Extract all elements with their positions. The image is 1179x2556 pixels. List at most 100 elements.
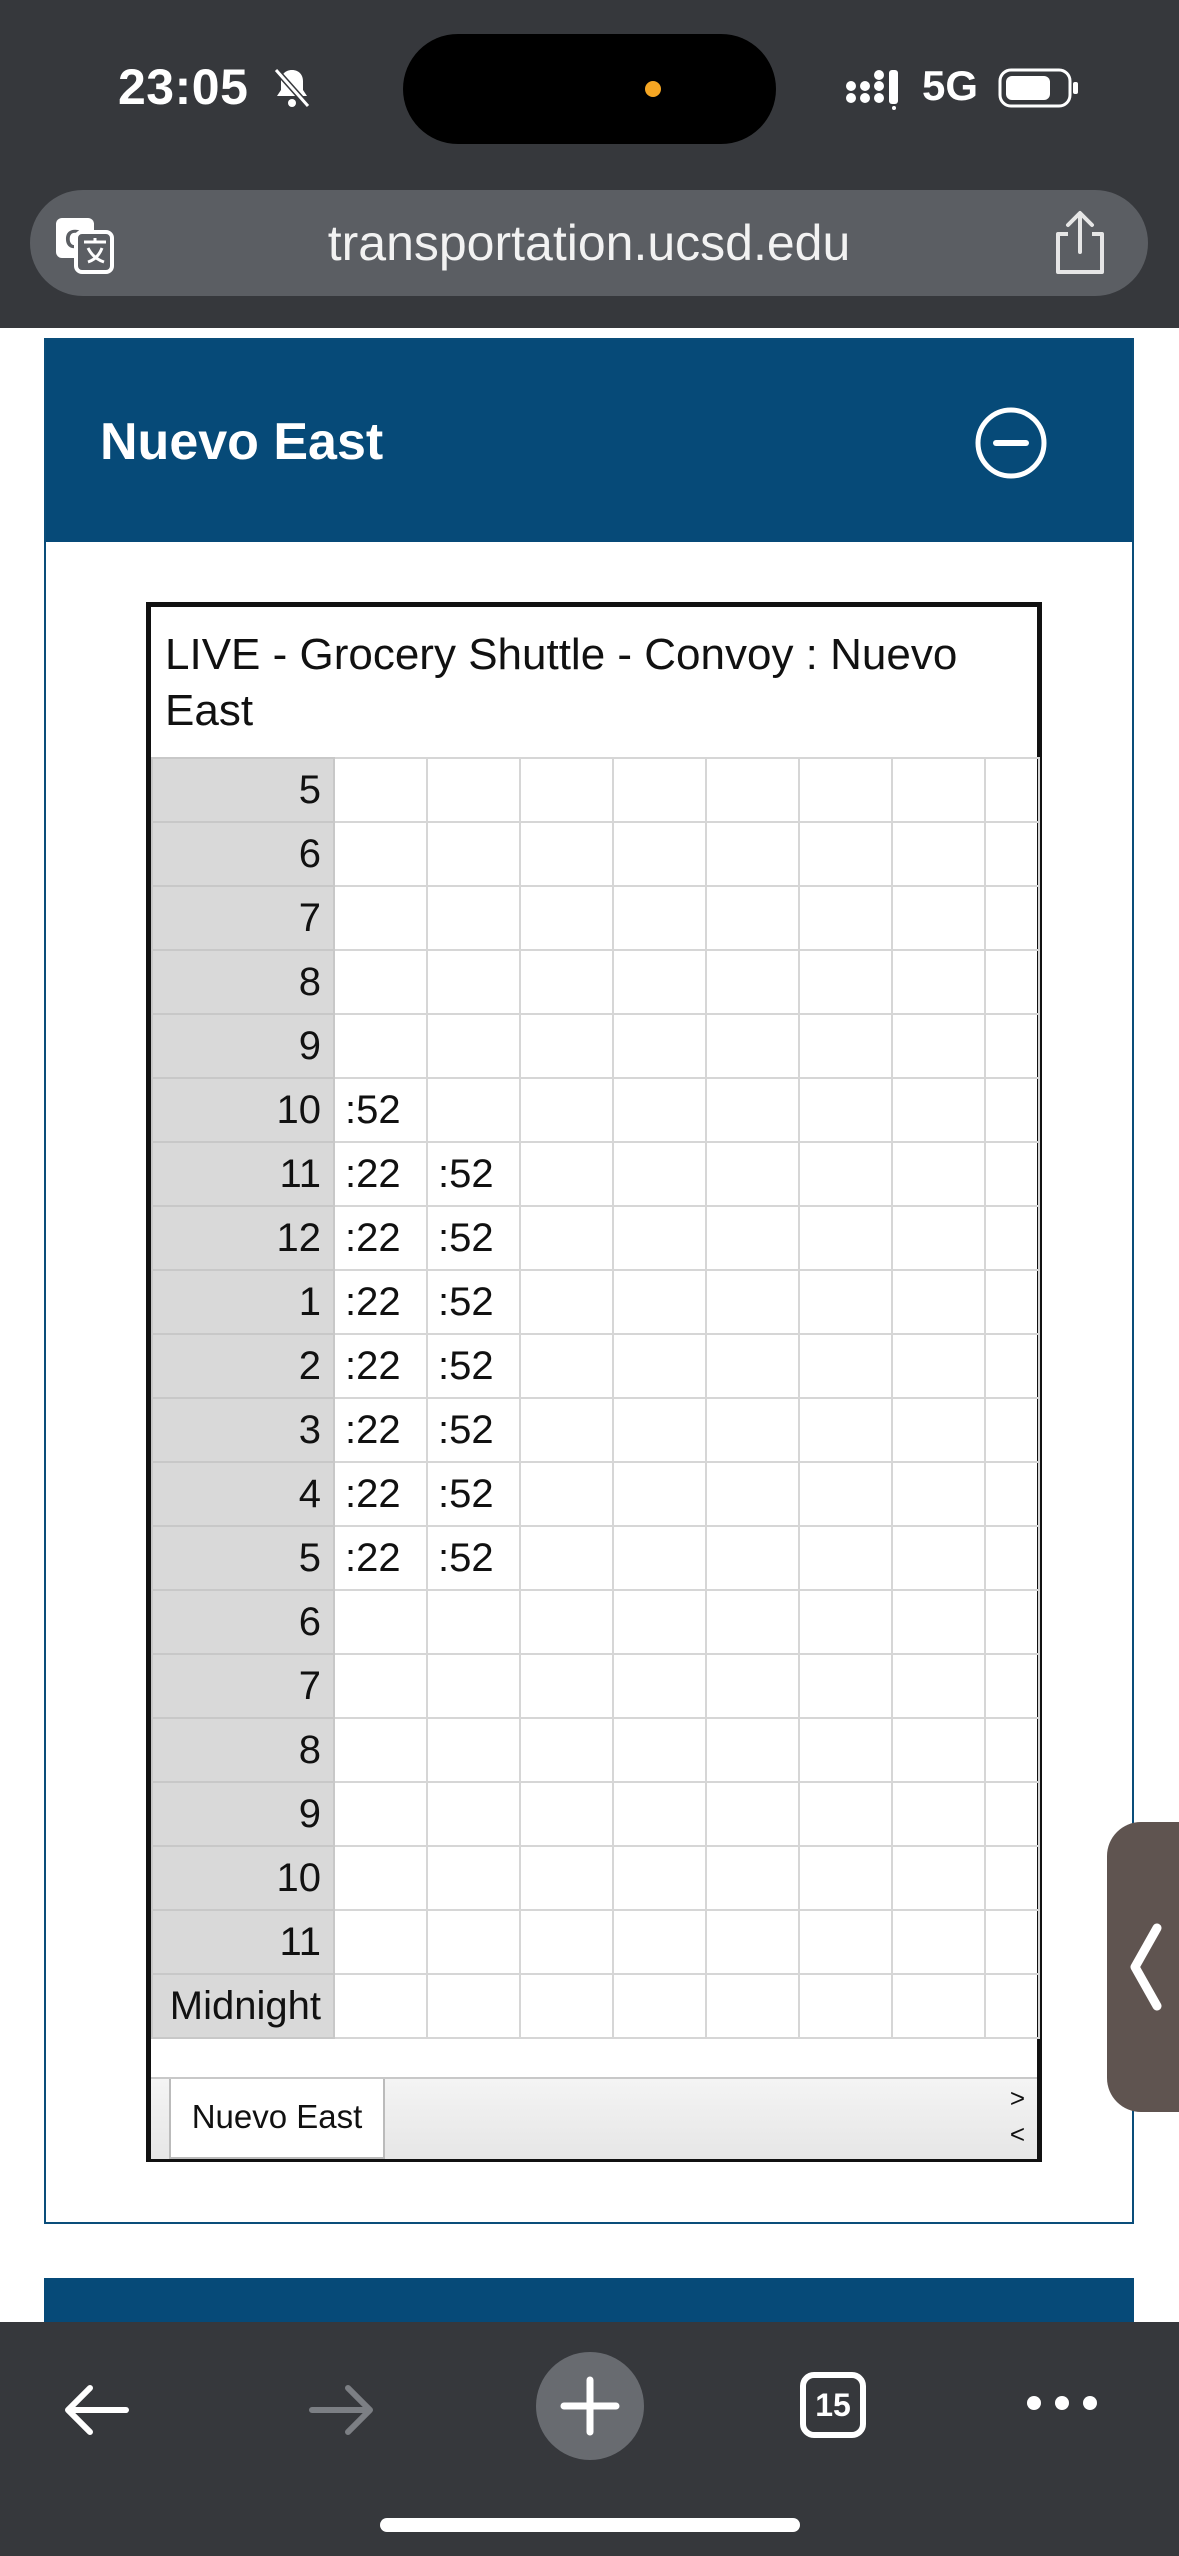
time-cell bbox=[705, 1973, 800, 2039]
table-row: 8 bbox=[151, 949, 1040, 1015]
time-cell bbox=[612, 1909, 707, 1975]
hour-cell: 7 bbox=[151, 885, 335, 951]
side-drawer-handle[interactable] bbox=[1107, 1822, 1179, 2112]
time-cell: :52 bbox=[426, 1397, 521, 1463]
table-row: 7 bbox=[151, 1653, 1040, 1719]
time-cell bbox=[891, 949, 986, 1015]
time-cell bbox=[798, 1973, 893, 2039]
network-label: 5G bbox=[922, 62, 979, 109]
time-cell bbox=[426, 949, 521, 1015]
time-cell bbox=[798, 1141, 893, 1207]
time-cell bbox=[798, 949, 893, 1015]
time-cell bbox=[705, 1461, 800, 1527]
time-cell bbox=[984, 949, 1040, 1015]
page-content: Nuevo East LIVE - Grocery Shuttle - Conv… bbox=[0, 328, 1179, 2322]
time-cell bbox=[891, 1781, 986, 1847]
back-arrow-icon[interactable] bbox=[56, 2370, 136, 2450]
time-cell: :22 bbox=[333, 1269, 428, 1335]
time-cell: :52 bbox=[426, 1461, 521, 1527]
time-cell bbox=[426, 1909, 521, 1975]
time-cell bbox=[612, 1205, 707, 1271]
time-cell bbox=[519, 757, 614, 823]
time-cell bbox=[798, 1909, 893, 1975]
table-row: 5 bbox=[151, 757, 1040, 823]
time-cell bbox=[891, 1397, 986, 1463]
accordion-header[interactable]: Nuevo East bbox=[46, 340, 1132, 542]
time-cell bbox=[984, 821, 1040, 887]
schedule-table: 5 6 7 8 9 10:52 11:22:52 12:22:52 1:22:52 2:22:52… bbox=[151, 757, 1040, 2039]
table-row: 9 bbox=[151, 1781, 1040, 1847]
time-cell bbox=[984, 885, 1040, 951]
time-cell bbox=[333, 1973, 428, 2039]
chevron-left-icon bbox=[1130, 1923, 1162, 2011]
time-cell bbox=[891, 821, 986, 887]
table-row: 2:22:52 bbox=[151, 1333, 1040, 1399]
browser-toolbar: 15 bbox=[0, 2322, 1179, 2556]
time-cell bbox=[333, 1653, 428, 1719]
time-cell bbox=[519, 1205, 614, 1271]
dynamic-island bbox=[403, 34, 776, 144]
time-cell bbox=[519, 1653, 614, 1719]
time-cell bbox=[519, 1845, 614, 1911]
time-cell bbox=[426, 1077, 521, 1143]
time-cell bbox=[705, 1845, 800, 1911]
table-row: 1:22:52 bbox=[151, 1269, 1040, 1335]
time-cell bbox=[891, 1845, 986, 1911]
sheet-tab-nuevo-east[interactable]: Nuevo East bbox=[169, 2079, 385, 2159]
share-icon[interactable] bbox=[1048, 208, 1112, 278]
url-text[interactable]: transportation.ucsd.edu bbox=[30, 214, 1148, 272]
time-cell bbox=[612, 1141, 707, 1207]
time-cell bbox=[798, 1269, 893, 1335]
next-accordion-header[interactable] bbox=[44, 2278, 1134, 2322]
schedule-sheet: LIVE - Grocery Shuttle - Convoy : Nuevo … bbox=[146, 602, 1042, 2162]
more-icon[interactable] bbox=[1022, 2388, 1102, 2418]
time-cell bbox=[612, 949, 707, 1015]
table-row: 6 bbox=[151, 1589, 1040, 1655]
privacy-indicator-dot bbox=[645, 81, 661, 97]
time-cell bbox=[891, 1973, 986, 2039]
table-row: 5:22:52 bbox=[151, 1525, 1040, 1591]
time-cell bbox=[426, 1653, 521, 1719]
time-cell bbox=[984, 1973, 1040, 2039]
time-cell bbox=[519, 1397, 614, 1463]
table-row: 10:52 bbox=[151, 1077, 1040, 1143]
time-cell: :52 bbox=[426, 1333, 521, 1399]
time-cell bbox=[333, 1909, 428, 1975]
time-cell bbox=[891, 1909, 986, 1975]
time-cell bbox=[798, 885, 893, 951]
hour-cell: 2 bbox=[151, 1333, 335, 1399]
hour-cell: 6 bbox=[151, 821, 335, 887]
time-cell bbox=[612, 1717, 707, 1783]
time-cell bbox=[519, 949, 614, 1015]
table-row: 9 bbox=[151, 1013, 1040, 1079]
time-cell bbox=[705, 1525, 800, 1591]
sheet-prev-button[interactable]: < bbox=[1010, 2119, 1025, 2150]
hour-cell: 1 bbox=[151, 1269, 335, 1335]
time-cell bbox=[798, 1205, 893, 1271]
time-cell bbox=[798, 1845, 893, 1911]
hour-cell: 10 bbox=[151, 1077, 335, 1143]
hour-cell: 8 bbox=[151, 949, 335, 1015]
sheet-next-button[interactable]: > bbox=[1010, 2083, 1025, 2114]
table-row: 3:22:52 bbox=[151, 1397, 1040, 1463]
forward-arrow-icon[interactable] bbox=[302, 2370, 382, 2450]
plus-icon bbox=[560, 2376, 620, 2436]
time-cell bbox=[984, 757, 1040, 823]
time-cell bbox=[612, 757, 707, 823]
new-tab-button[interactable] bbox=[536, 2352, 644, 2460]
time-cell bbox=[984, 1461, 1040, 1527]
time-cell bbox=[519, 1077, 614, 1143]
time-cell bbox=[984, 1141, 1040, 1207]
browser-top-chrome: 23:05 5G G transportation.ucsd.edu bbox=[0, 0, 1179, 328]
time-cell bbox=[519, 885, 614, 951]
tabs-icon[interactable]: 15 bbox=[800, 2372, 866, 2438]
time-cell bbox=[426, 1717, 521, 1783]
time-cell bbox=[705, 1397, 800, 1463]
time-cell bbox=[333, 949, 428, 1015]
time-cell bbox=[519, 1269, 614, 1335]
time-cell bbox=[891, 757, 986, 823]
time-cell bbox=[798, 1525, 893, 1591]
time-cell bbox=[891, 1205, 986, 1271]
minus-circle-icon[interactable] bbox=[974, 406, 1048, 480]
address-bar[interactable]: G transportation.ucsd.edu bbox=[30, 190, 1148, 296]
